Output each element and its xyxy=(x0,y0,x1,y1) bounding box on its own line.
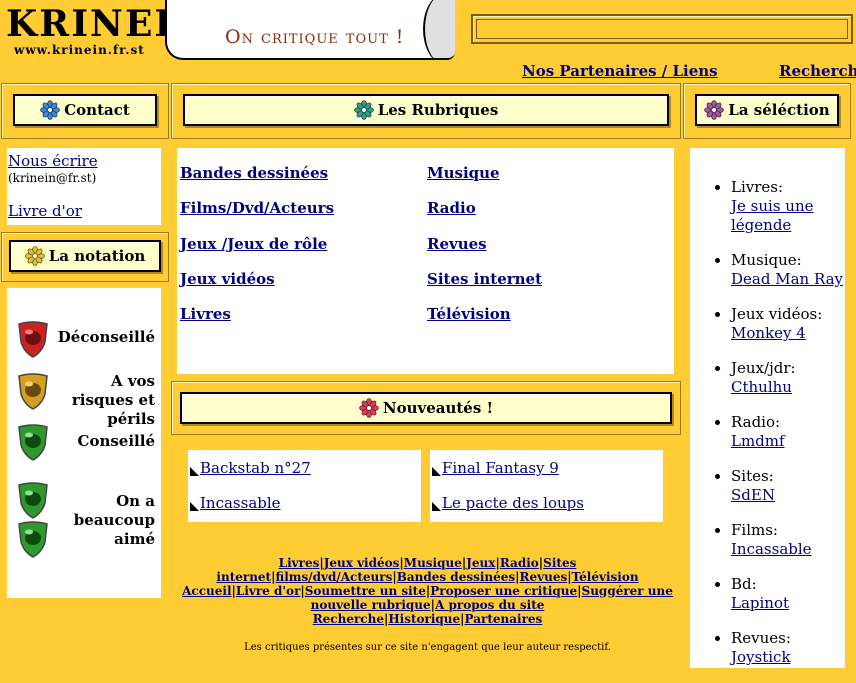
selection-link[interactable]: Dead Man Ray xyxy=(731,270,843,288)
rubrique-link[interactable]: Télévision xyxy=(427,305,511,323)
green-shield-icon xyxy=(18,482,48,519)
partners-link[interactable]: Nos Partenaires / Liens xyxy=(522,62,718,80)
selection-item: Bd:Lapinot xyxy=(731,575,856,613)
footer-link[interactable]: Radio xyxy=(500,556,539,570)
search-link[interactable]: Recherche xyxy=(779,62,856,80)
triangle-icon xyxy=(190,502,199,511)
footer-link[interactable]: Musique xyxy=(404,556,462,570)
footer-link[interactable]: A propos du site xyxy=(435,598,544,612)
selection-link[interactable]: SdEN xyxy=(731,486,775,504)
selection-item: Jeux vidéos:Monkey 4 xyxy=(731,305,856,343)
footer-link[interactable]: Proposer une critique xyxy=(430,584,577,598)
rubriques-box: Bandes dessinées Films/Dvd/Acteurs Jeux … xyxy=(177,148,674,374)
footer-link[interactable]: Revues xyxy=(520,570,568,584)
footer-link[interactable]: Jeux xyxy=(466,556,495,570)
rating-label: Conseillé xyxy=(77,432,155,450)
selection-item: Films:Incassable xyxy=(731,521,856,559)
search-banner-box xyxy=(471,14,853,44)
news-link[interactable]: Final Fantasy 9 xyxy=(442,459,559,477)
write-us-link[interactable]: Nous écrire xyxy=(8,152,98,170)
selection-link[interactable]: Cthulhu xyxy=(731,378,792,396)
selection-link[interactable]: Monkey 4 xyxy=(731,324,806,342)
selection-link[interactable]: Lmdmf xyxy=(731,432,785,450)
rubriques-title: Les Rubriques xyxy=(377,101,499,119)
footer-link[interactable]: Bandes dessinées xyxy=(397,570,515,584)
rubrique-link[interactable]: Revues xyxy=(427,235,487,253)
selection-item: Musique:Dead Man Ray xyxy=(731,251,856,289)
selection-item: Revues:Joystick xyxy=(731,629,856,667)
footer-link[interactable]: Jeux vidéos xyxy=(324,556,400,570)
flower-icon xyxy=(353,100,374,120)
selection-item: Sites:SdEN xyxy=(731,467,856,505)
footer-link[interactable]: films/dvd/Acteurs xyxy=(275,570,392,584)
red-shield-icon xyxy=(18,321,48,358)
footer-link[interactable]: Livres xyxy=(279,556,320,570)
green-shield-icon xyxy=(18,521,48,558)
footer-link[interactable]: Recherche xyxy=(313,612,384,626)
selection-link[interactable]: Incassable xyxy=(731,540,812,558)
rating-label: A vos risques et périls xyxy=(71,372,155,428)
footer-link[interactable]: Partenaires xyxy=(465,612,543,626)
rating-label: On a beaucoup aimé xyxy=(73,492,155,548)
footer-nav-2: Accueil|Livre d'or|Soumettre un site|Pro… xyxy=(182,584,673,626)
notation-header: La notation xyxy=(9,240,161,272)
selection-header: La séléction xyxy=(695,94,839,126)
rating-label: Déconseillé xyxy=(57,328,155,346)
contact-box: Nous écrire (krinein@fr.st) Livre d'or xyxy=(7,148,161,225)
rubrique-link[interactable]: Bandes dessinées xyxy=(180,164,328,182)
selection-list: Livres:Je suis une légende Musique:Dead … xyxy=(708,178,856,683)
site-url: www.krinein.fr.st xyxy=(14,43,145,57)
footer-link[interactable]: Télévision xyxy=(572,570,639,584)
rubrique-link[interactable]: Radio xyxy=(427,199,476,217)
selection-item: Jeux/jdr:Cthulhu xyxy=(731,359,856,397)
disclaimer: Les critiques présentes sur ce site n'en… xyxy=(244,642,611,653)
contact-header: Contact xyxy=(13,94,157,126)
footer-link[interactable]: Accueil xyxy=(182,584,231,598)
nouveautes-title: Nouveautés ! xyxy=(382,399,494,417)
footer-link[interactable]: Historique xyxy=(388,612,460,626)
contact-title: Contact xyxy=(64,101,130,119)
slogan-text: On critique tout ! xyxy=(225,26,405,48)
rubriques-header: Les Rubriques xyxy=(183,94,669,126)
footer-link[interactable]: Livre d'or xyxy=(236,584,301,598)
rubrique-link[interactable]: Livres xyxy=(180,305,231,323)
notation-title: La notation xyxy=(48,247,146,265)
news-link[interactable]: Incassable xyxy=(200,494,281,512)
selection-link[interactable]: Je suis une légende xyxy=(731,197,813,234)
selection-link[interactable]: Joystick xyxy=(731,648,791,666)
flower-icon xyxy=(40,100,61,120)
rubrique-link[interactable]: Musique xyxy=(427,164,500,182)
news-link[interactable]: Le pacte des loups xyxy=(442,494,584,512)
selection-link[interactable]: Lapinot xyxy=(731,594,789,612)
triangle-icon xyxy=(432,502,441,511)
rubrique-link[interactable]: Jeux /Jeux de rôle xyxy=(180,235,327,253)
flower-icon xyxy=(24,246,45,266)
notation-box: Déconseillé A vos risques et périls Cons… xyxy=(7,288,161,598)
green-shield-icon xyxy=(18,424,48,461)
flower-icon xyxy=(704,100,725,120)
selection-item: Livres:Je suis une légende xyxy=(731,178,856,235)
guestbook-link[interactable]: Livre d'or xyxy=(8,202,82,220)
triangle-icon xyxy=(190,467,199,476)
selection-item: Radio:Lmdmf xyxy=(731,413,856,451)
flower-icon xyxy=(359,398,379,418)
nouveautes-header: Nouveautés ! xyxy=(180,392,672,424)
footer-link[interactable]: Soumettre un site xyxy=(305,584,426,598)
nouveautes-left-box: Backstab n°27 Incassable xyxy=(188,450,421,522)
news-link[interactable]: Backstab n°27 xyxy=(200,459,311,477)
slogan-banner: On critique tout ! xyxy=(165,0,455,60)
rubrique-link[interactable]: Films/Dvd/Acteurs xyxy=(180,199,334,217)
triangle-icon xyxy=(432,467,441,476)
nouveautes-right-box: Final Fantasy 9 Le pacte des loups xyxy=(430,450,663,522)
footer-nav-1: Livres|Jeux vidéos|Musique|Jeux|Radio|Si… xyxy=(216,556,639,584)
rubrique-link[interactable]: Sites internet xyxy=(427,270,542,288)
rubrique-link[interactable]: Jeux vidéos xyxy=(180,270,275,288)
contact-email: (krinein@fr.st) xyxy=(8,171,97,185)
selection-title: La séléction xyxy=(728,101,830,119)
